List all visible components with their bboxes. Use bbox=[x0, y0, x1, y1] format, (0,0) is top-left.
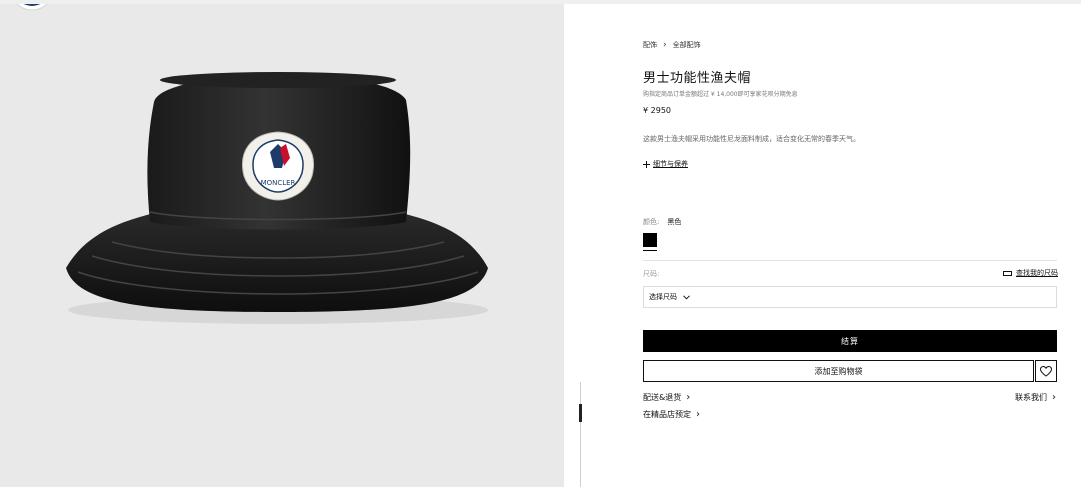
breadcrumb: 配饰 › 全部配饰 bbox=[643, 40, 701, 50]
shipping-returns-label: 配送&退货 bbox=[643, 393, 682, 402]
product-description: 这款男士渔夫帽采用功能性尼龙面料制成，适合变化无常的春季天气。 bbox=[643, 135, 860, 143]
color-label: 颜色: bbox=[643, 218, 660, 226]
scrollbar-thumb[interactable] bbox=[579, 404, 582, 422]
details-care-label: 细节与保养 bbox=[653, 160, 688, 168]
brand-badge: MONCLER bbox=[242, 131, 314, 201]
chevron-down-icon bbox=[683, 294, 690, 300]
contact-us-link[interactable]: 联系我们 › bbox=[1015, 392, 1056, 403]
details-care-link[interactable]: 细节与保养 bbox=[643, 159, 688, 169]
size-select-value: 选择尺码 bbox=[649, 293, 677, 301]
chevron-right-icon: › bbox=[1052, 391, 1056, 403]
breadcrumb-item-accessories[interactable]: 配饰 bbox=[643, 40, 657, 50]
heart-icon bbox=[1040, 365, 1052, 377]
book-in-boutique-link[interactable]: 在精品店预定 › bbox=[643, 409, 700, 420]
checkout-button[interactable]: 结算 bbox=[643, 330, 1057, 352]
breadcrumb-item-all-accessories[interactable]: 全部配饰 bbox=[673, 40, 701, 50]
chevron-right-icon: › bbox=[696, 408, 700, 420]
product-image: MONCLER bbox=[66, 72, 488, 324]
product-title: 男士功能性渔夫帽 bbox=[643, 71, 752, 86]
size-select[interactable]: 选择尺码 bbox=[643, 286, 1057, 308]
add-to-bag-button[interactable]: 添加至购物袋 bbox=[643, 360, 1034, 382]
color-swatch-black[interactable] bbox=[643, 233, 657, 247]
product-image-panel[interactable]: MONCLER MONCLER bbox=[0, 4, 564, 487]
divider bbox=[643, 260, 1057, 261]
book-in-boutique-label: 在精品店预定 bbox=[643, 410, 691, 419]
product-info-panel bbox=[564, 4, 1081, 487]
shipping-returns-link[interactable]: 配送&退货 › bbox=[643, 392, 690, 403]
size-guide-label: 查找我的尺码 bbox=[1016, 269, 1058, 277]
color-value: 黑色 bbox=[667, 218, 682, 226]
brand-logo-icon: MONCLER bbox=[16, 4, 48, 11]
ruler-icon bbox=[1003, 270, 1012, 276]
plus-icon bbox=[643, 160, 650, 168]
color-info: 颜色: 黑色 bbox=[643, 217, 681, 227]
svg-text:MONCLER: MONCLER bbox=[261, 179, 296, 187]
size-label: 尺码: bbox=[643, 270, 660, 278]
installment-note: 购指定商品订单金额超过 ¥ 14,000即可享家花呗分期免息 bbox=[643, 91, 798, 98]
size-guide-link[interactable]: 查找我的尺码 bbox=[1003, 268, 1058, 278]
selected-swatch-indicator bbox=[643, 250, 657, 251]
chevron-right-icon: › bbox=[686, 391, 691, 403]
chevron-right-icon: › bbox=[663, 39, 667, 50]
scrollbar-track[interactable] bbox=[580, 382, 581, 487]
product-price: ¥ 2950 bbox=[643, 106, 671, 115]
contact-us-label: 联系我们 bbox=[1015, 393, 1047, 402]
wishlist-button[interactable] bbox=[1035, 360, 1057, 382]
